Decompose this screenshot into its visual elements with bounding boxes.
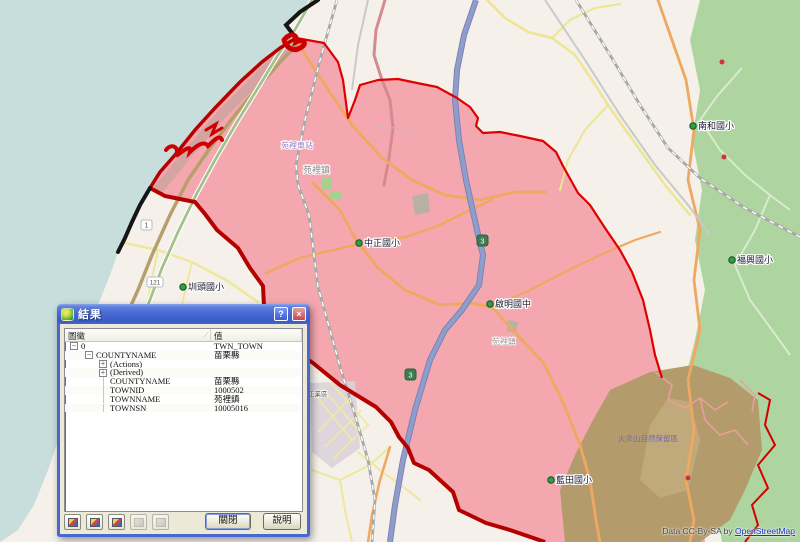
school-label: 南和國小 bbox=[698, 120, 734, 131]
identify-results-dialog: 結果 ? × 圖徵 ∕ 值 −0 TWN_TOWN −COUNTYNAM bbox=[57, 304, 310, 537]
sort-indicator-icon: ∕ bbox=[206, 330, 207, 339]
map-attribution: Data CC-By-SA by OpenStreetMap bbox=[662, 526, 795, 536]
route-shield: 121 bbox=[147, 277, 163, 287]
print-icon bbox=[156, 518, 166, 527]
openstreetmap-link[interactable]: OpenStreetMap bbox=[735, 526, 795, 536]
qgis-icon bbox=[61, 308, 74, 321]
expand-tree-button[interactable] bbox=[64, 514, 81, 530]
route-shield: 1 bbox=[141, 220, 152, 230]
help-button[interactable]: 說明 bbox=[263, 513, 301, 530]
table-row[interactable]: COUNTYNAME 苗栗縣 bbox=[65, 377, 302, 386]
park bbox=[321, 178, 332, 190]
school-label: 福興國小 bbox=[737, 254, 773, 265]
expand-tree-icon bbox=[68, 518, 78, 527]
svg-text:1: 1 bbox=[145, 223, 149, 230]
table-row[interactable]: +(Derived) bbox=[65, 368, 302, 377]
dialog-title: 結果 bbox=[78, 306, 270, 322]
table-row[interactable]: TOWNSN 10005016 bbox=[65, 404, 302, 413]
town-label-small: 苑裡鎮 bbox=[492, 336, 516, 346]
school-label: 啟明國中 bbox=[495, 298, 531, 309]
industrial-label: 工業區 bbox=[308, 389, 328, 398]
print-button[interactable] bbox=[152, 514, 169, 530]
highway-shield: 3 bbox=[405, 369, 416, 380]
station-label: 苑裡車站 bbox=[281, 140, 313, 150]
building bbox=[412, 193, 430, 215]
dialog-titlebar[interactable]: 結果 ? × bbox=[57, 304, 310, 324]
collapse-toggle-icon[interactable]: − bbox=[70, 342, 78, 350]
column-header-feature[interactable]: 圖徵 ∕ bbox=[65, 329, 211, 341]
table-row[interactable]: +(Actions) bbox=[65, 360, 302, 369]
table-row[interactable]: −COUNTYNAME 苗栗縣 bbox=[65, 351, 302, 360]
collapse-tree-button[interactable] bbox=[86, 514, 103, 530]
park bbox=[330, 191, 342, 199]
table-row[interactable]: −0 TWN_TOWN bbox=[65, 342, 302, 351]
table-row[interactable]: TOWNNAME 苑裡鎮 bbox=[65, 395, 302, 404]
school-label: 藍田國小 bbox=[556, 474, 592, 485]
school-label: 圳頭國小 bbox=[188, 282, 224, 292]
results-tree[interactable]: 圖徵 ∕ 值 −0 TWN_TOWN −COUNTYNAME 苗栗縣 +(Act… bbox=[64, 328, 303, 512]
svg-text:3: 3 bbox=[408, 371, 412, 380]
collapse-tree-icon bbox=[90, 518, 100, 527]
app-window: 1 121 3 3 中正國小 啟明國中 南和國小 福興國小 藍田國小 圳頭國小 … bbox=[0, 0, 800, 542]
column-header-value[interactable]: 值 bbox=[211, 329, 302, 341]
close-titlebar-button[interactable]: × bbox=[292, 307, 306, 321]
attribution-text: Data CC-By-SA by bbox=[662, 526, 735, 536]
expand-new-results-icon bbox=[112, 518, 122, 527]
svg-text:121: 121 bbox=[150, 280, 161, 287]
help-titlebar-button[interactable]: ? bbox=[274, 307, 288, 321]
expand-new-results-button[interactable] bbox=[108, 514, 125, 530]
close-button[interactable]: 關閉 bbox=[205, 513, 251, 530]
copy-attributes-button[interactable] bbox=[130, 514, 147, 530]
svg-text:3: 3 bbox=[480, 237, 484, 246]
highway-shield: 3 bbox=[477, 235, 488, 246]
town-label: 苑裡鎮 bbox=[303, 164, 330, 175]
expand-toggle-icon[interactable]: + bbox=[99, 360, 107, 368]
copy-icon bbox=[134, 518, 144, 527]
school-label: 中正國小 bbox=[364, 237, 400, 248]
nature-reserve-label: 火炎山自然保留區 bbox=[618, 433, 678, 443]
table-row[interactable]: TOWNID 1000502 bbox=[65, 386, 302, 395]
expand-toggle-icon[interactable]: + bbox=[99, 369, 107, 377]
collapse-toggle-icon[interactable]: − bbox=[85, 351, 93, 359]
